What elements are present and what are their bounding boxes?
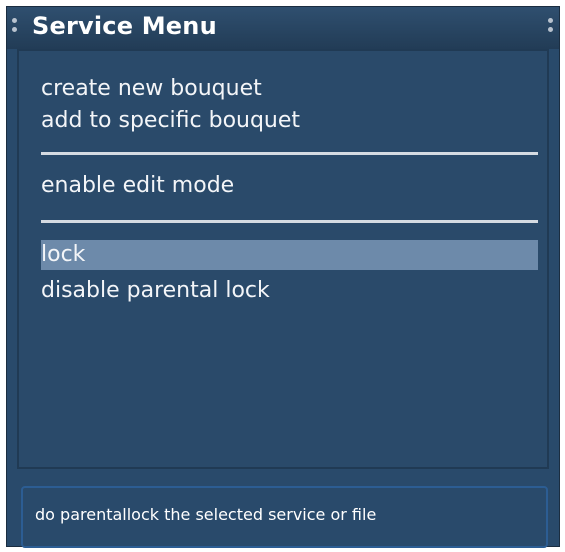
- title-bar: Service Menu: [7, 7, 559, 49]
- menu-item-lock[interactable]: lock: [41, 240, 538, 270]
- menu-separator: [41, 220, 538, 223]
- title-grip-left-icon: [11, 15, 19, 39]
- menu-item-disable-parental-lock[interactable]: disable parental lock: [41, 276, 270, 306]
- menu-item-add-to-specific-bouquet[interactable]: add to specific bouquet: [41, 106, 300, 136]
- menu-item-create-new-bouquet[interactable]: create new bouquet: [41, 74, 262, 104]
- window-title: Service Menu: [32, 12, 217, 40]
- menu-separator: [41, 152, 538, 155]
- menu-item-enable-edit-mode[interactable]: enable edit mode: [41, 171, 234, 201]
- title-grip-right-icon: [547, 15, 555, 39]
- status-box: do parentallock the selected service or …: [21, 486, 548, 548]
- service-menu-window: Service Menu create new bouquet add to s…: [6, 6, 560, 548]
- status-text: do parentallock the selected service or …: [35, 505, 377, 524]
